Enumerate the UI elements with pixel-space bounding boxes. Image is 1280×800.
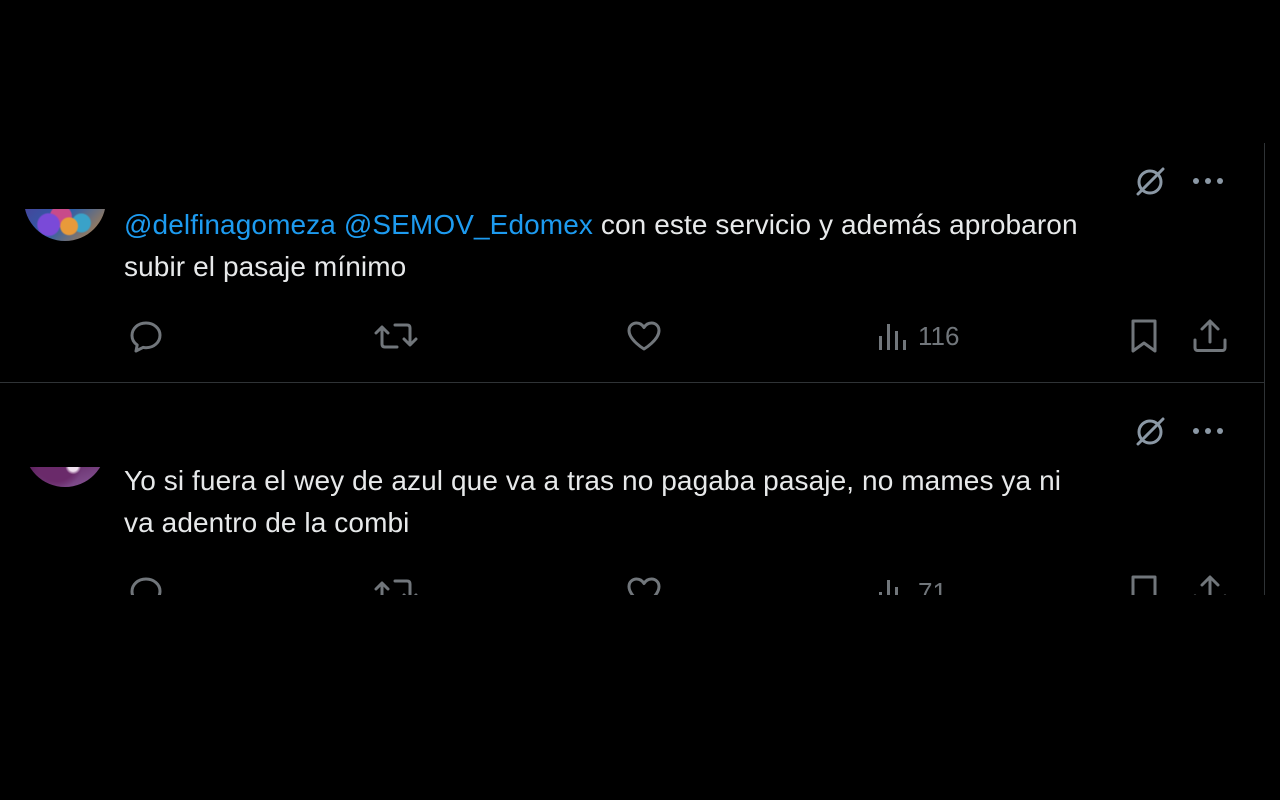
views-count: 116 — [918, 320, 960, 351]
tweet-text-line1: Yo si fuera el wey de azul que va a tras… — [124, 465, 1062, 496]
avatar-clip — [0, 383, 130, 467]
tweet-text-line2: subir el pasaje mínimo — [124, 251, 407, 282]
more-icon[interactable] — [1190, 413, 1226, 449]
reply-icon — [130, 577, 162, 595]
more-icon[interactable] — [1190, 163, 1226, 199]
tweet-text: @delfinagomeza @SEMOV_Edomex con este se… — [124, 204, 1214, 288]
tweet-text-line1: con este servicio y además aprobaron — [593, 209, 1078, 240]
tweet-text-line2: va adentro de la combi — [124, 507, 410, 538]
grok-icon[interactable] — [1132, 163, 1168, 199]
tweet-action-bar: 116 — [124, 316, 1232, 356]
views-icon — [879, 580, 898, 595]
retweet-icon — [374, 579, 418, 595]
mention-link[interactable]: @SEMOV_Edomex — [344, 209, 593, 240]
tweet[interactable]: @delfinagomeza @SEMOV_Edomex con este se… — [0, 143, 1264, 383]
like-button[interactable] — [624, 316, 664, 356]
retweet-icon — [374, 323, 418, 349]
feed-divider — [1264, 143, 1265, 595]
viewport: @delfinagomeza @SEMOV_Edomex con este se… — [0, 0, 1280, 800]
tweet-feed: @delfinagomeza @SEMOV_Edomex con este se… — [0, 143, 1265, 595]
heart-icon — [627, 321, 661, 351]
like-button[interactable] — [624, 572, 664, 595]
bookmark-button[interactable] — [1126, 572, 1162, 595]
bookmark-icon — [1131, 319, 1157, 353]
share-icon — [1193, 319, 1227, 352]
tweet-top-actions — [1132, 163, 1226, 199]
heart-icon — [627, 577, 661, 595]
share-icon — [1193, 575, 1227, 595]
share-button[interactable] — [1190, 316, 1230, 356]
retweet-button[interactable] — [374, 572, 418, 595]
views-count: 71 — [918, 576, 947, 596]
bookmark-button[interactable] — [1126, 316, 1162, 356]
share-button[interactable] — [1190, 572, 1230, 595]
avatar-clip — [0, 143, 130, 209]
views-icon — [879, 324, 906, 350]
tweet[interactable]: Yo si fuera el wey de azul que va a tras… — [0, 383, 1264, 595]
reply-button[interactable] — [126, 572, 166, 595]
mention-link[interactable]: @delfinagomeza — [124, 209, 336, 240]
reply-icon — [130, 321, 162, 353]
tweet-text: Yo si fuera el wey de azul que va a tras… — [124, 460, 1214, 544]
grok-icon[interactable] — [1132, 413, 1168, 449]
tweet-top-actions — [1132, 413, 1226, 449]
reply-button[interactable] — [126, 316, 166, 356]
bookmark-icon — [1131, 575, 1157, 595]
tweet-action-bar: 71 — [124, 572, 1232, 595]
views-button[interactable]: 116 — [876, 316, 959, 356]
retweet-button[interactable] — [374, 316, 418, 356]
views-button[interactable]: 71 — [876, 572, 947, 595]
